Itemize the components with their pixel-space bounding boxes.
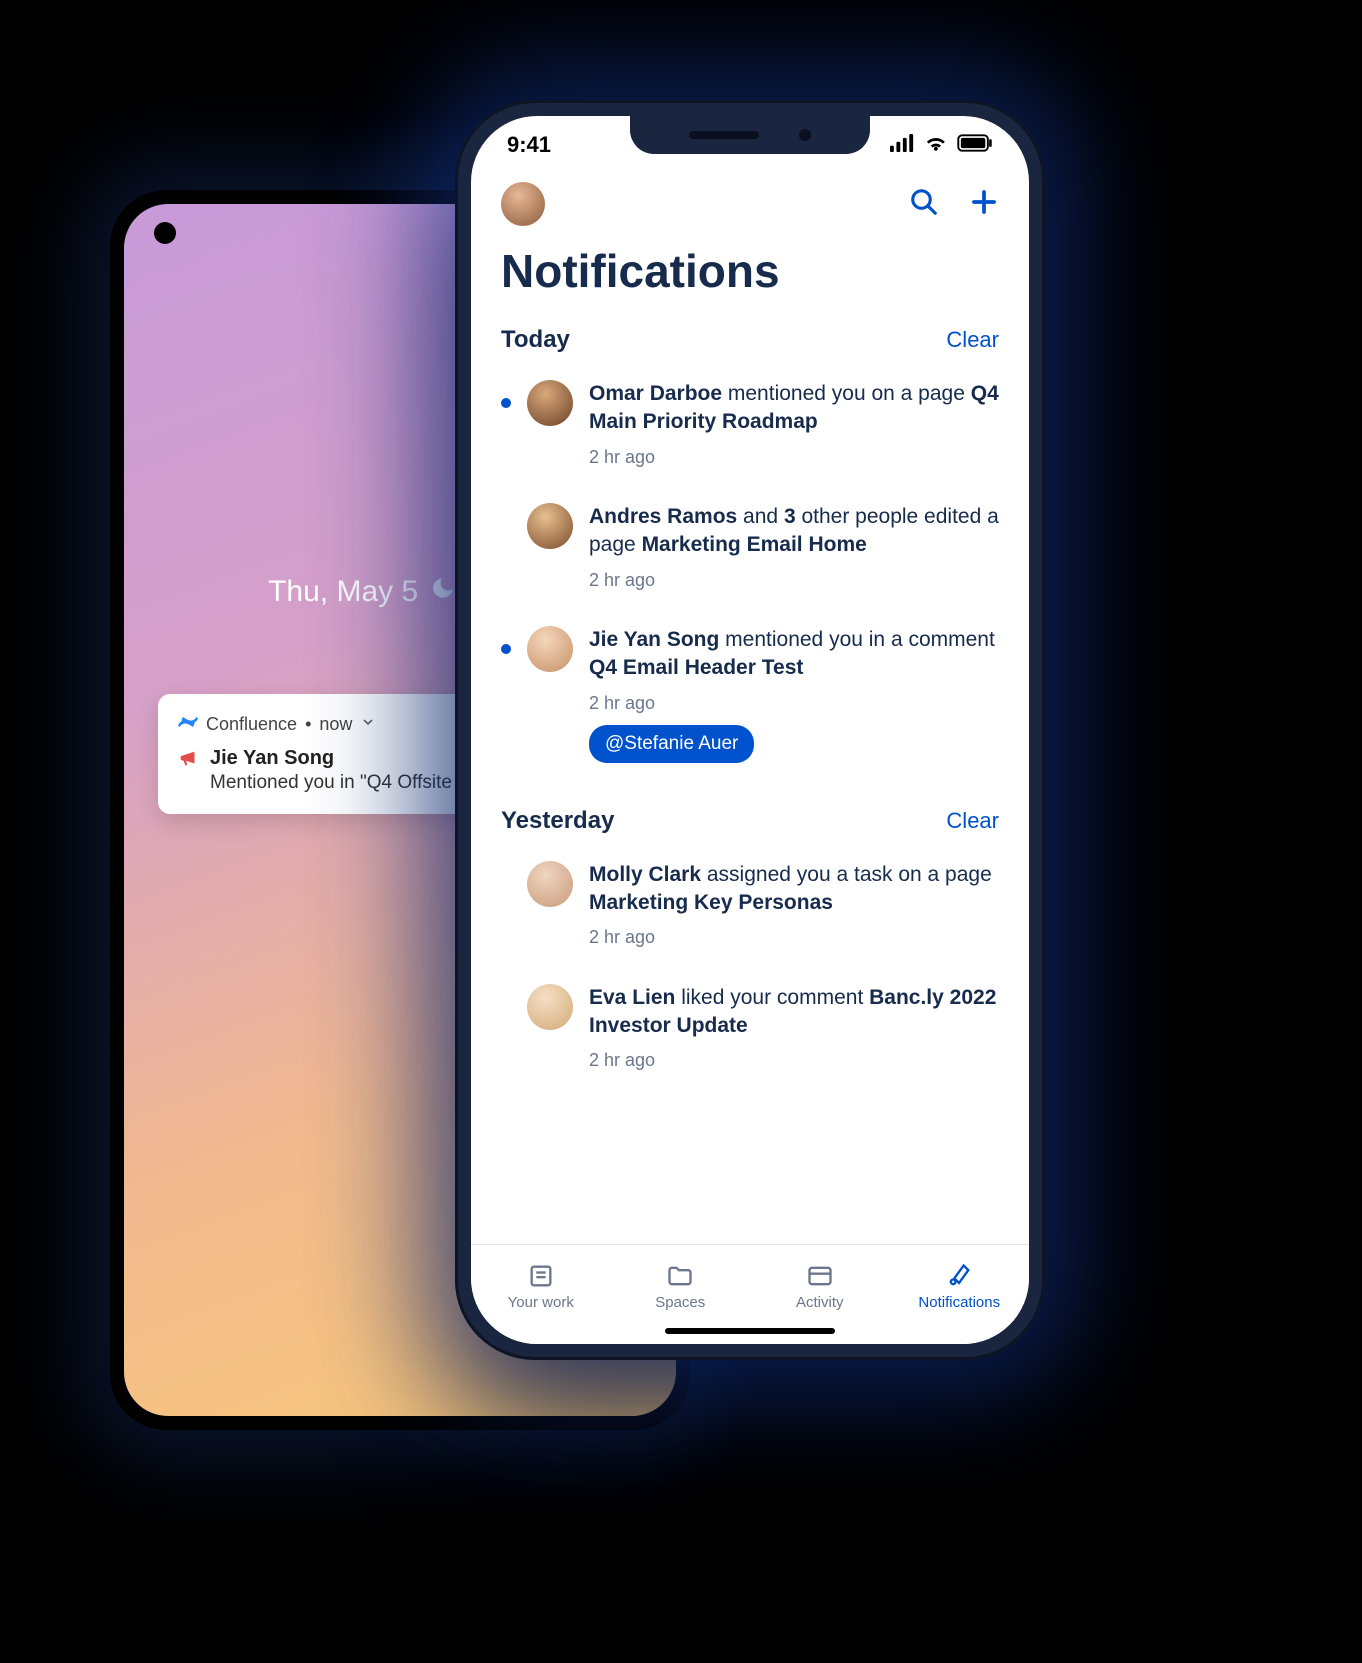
home-indicator[interactable] — [665, 1328, 835, 1334]
target-name: Q4 Email Header Test — [589, 656, 803, 679]
notification-time: 2 hr ago — [589, 445, 999, 469]
tab-label: Activity — [796, 1294, 844, 1311]
avatar — [527, 861, 573, 907]
plus-icon[interactable] — [969, 187, 999, 222]
target-name: Marketing Email Home — [642, 533, 867, 556]
wifi-icon — [923, 132, 949, 158]
section-header-today: Today Clear — [501, 326, 999, 354]
section-header-yesterday: Yesterday Clear — [501, 807, 999, 835]
page-title: Notifications — [501, 244, 780, 298]
android-notif-app: Confluence — [206, 714, 297, 735]
ios-time: 9:41 — [507, 132, 551, 158]
iphone-frame: 9:41 — [455, 100, 1045, 1360]
notification-item[interactable]: Jie Yan Song mentioned you in a comment … — [501, 616, 999, 787]
notch-camera — [799, 129, 811, 141]
avatar — [527, 380, 573, 426]
notification-text: Molly Clark assigned you a task on a pag… — [589, 861, 999, 950]
count: 3 — [784, 505, 796, 528]
chevron-down-icon[interactable] — [360, 714, 376, 735]
notification-item[interactable]: Omar Darboe mentioned you on a page Q4 M… — [501, 370, 999, 493]
search-icon[interactable] — [909, 187, 939, 222]
tab-label: Spaces — [655, 1294, 705, 1311]
target-name: Marketing Key Personas — [589, 891, 833, 914]
notif-mid: liked your comment — [675, 986, 869, 1009]
tab-label: Your work — [508, 1294, 574, 1311]
tab-activity[interactable]: Activity — [750, 1245, 890, 1328]
notification-item[interactable]: Eva Lien liked your comment Banc.ly 2022… — [501, 974, 999, 1097]
notification-text: Jie Yan Song mentioned you in a comment … — [589, 626, 999, 763]
android-camera-hole — [154, 222, 176, 244]
android-date: Thu, May 5 — [268, 575, 418, 609]
notification-text: Eva Lien liked your comment Banc.ly 2022… — [589, 984, 999, 1073]
actor-name: Jie Yan Song — [589, 628, 719, 651]
android-notif-when: now — [319, 714, 352, 735]
mention-pill[interactable]: @Stefanie Auer — [589, 725, 754, 763]
tab-label: Notifications — [918, 1294, 1000, 1311]
cellular-icon — [890, 132, 916, 158]
actor-name: Omar Darboe — [589, 382, 722, 405]
notif-mid: and — [737, 505, 784, 528]
clear-button[interactable]: Clear — [946, 808, 999, 834]
tab-your-work[interactable]: Your work — [471, 1245, 611, 1328]
actor-name: Molly Clark — [589, 863, 701, 886]
notification-time: 2 hr ago — [589, 925, 999, 949]
avatar — [527, 984, 573, 1030]
section-label: Yesterday — [501, 807, 614, 835]
actor-name: Andres Ramos — [589, 505, 737, 528]
actor-name: Eva Lien — [589, 986, 675, 1009]
notification-text: Omar Darboe mentioned you on a page Q4 M… — [589, 380, 999, 469]
notification-item[interactable]: Molly Clark assigned you a task on a pag… — [501, 851, 999, 974]
notification-item[interactable]: Andres Ramos and 3 other people edited a… — [501, 493, 999, 616]
notif-mid: assigned you a task on a page — [701, 863, 992, 886]
iphone-screen: 9:41 — [471, 116, 1029, 1344]
unread-dot — [501, 398, 511, 408]
avatar — [527, 503, 573, 549]
iphone-notch — [630, 116, 870, 154]
section-label: Today — [501, 326, 570, 354]
notifications-list[interactable]: Today Clear Omar Darboe mentioned you on… — [471, 316, 1029, 1244]
notification-time: 2 hr ago — [589, 691, 999, 715]
notif-mid: mentioned you on a page — [722, 382, 971, 405]
tab-spaces[interactable]: Spaces — [611, 1245, 751, 1328]
notif-mid: mentioned you in a comment — [719, 628, 994, 651]
notification-time: 2 hr ago — [589, 568, 999, 592]
bullet: • — [305, 714, 311, 735]
moon-icon — [430, 575, 456, 609]
notch-speaker — [689, 131, 759, 139]
avatar — [527, 626, 573, 672]
confluence-icon — [178, 712, 198, 737]
megaphone-icon — [178, 747, 200, 774]
notification-text: Andres Ramos and 3 other people edited a… — [589, 503, 999, 592]
notification-time: 2 hr ago — [589, 1048, 999, 1072]
clear-button[interactable]: Clear — [946, 327, 999, 353]
unread-dot — [501, 644, 511, 654]
profile-avatar[interactable] — [501, 182, 545, 226]
tab-notifications[interactable]: Notifications — [890, 1245, 1030, 1328]
battery-icon — [957, 132, 993, 158]
app-header — [471, 182, 1029, 226]
